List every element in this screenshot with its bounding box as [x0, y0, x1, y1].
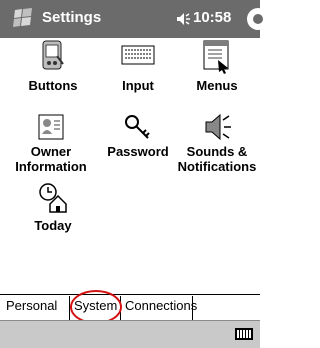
bottom-command-bar: [0, 320, 260, 348]
settings-item-label: Today: [34, 218, 72, 233]
volume-icon[interactable]: [176, 11, 192, 27]
today-house-icon: [39, 183, 67, 213]
keyboard-icon: [121, 45, 155, 65]
annotation-highlight-circle: [70, 290, 122, 324]
settings-item-label: Password: [107, 144, 169, 159]
title-bar: Settings 10:58: [0, 0, 269, 38]
settings-item-label: Sounds & Notifications: [177, 144, 257, 174]
tab-bar-border: [0, 294, 260, 295]
key-icon: [125, 115, 150, 139]
start-flag-icon[interactable]: [12, 7, 36, 29]
tab-divider: [192, 296, 193, 320]
speaker-icon: [205, 113, 231, 141]
settings-item-label: Buttons: [28, 78, 78, 93]
tab-personal[interactable]: Personal: [6, 298, 57, 318]
clock-time[interactable]: 10:58: [193, 9, 231, 26]
tab-connections[interactable]: Connections: [125, 298, 197, 318]
settings-item-buttons[interactable]: Buttons: [8, 38, 98, 100]
menus-icon: [203, 40, 229, 74]
settings-item-sounds-notifications[interactable]: Sounds & Notifications: [172, 110, 262, 185]
settings-item-today[interactable]: Today: [8, 182, 98, 234]
settings-item-label: Owner Information: [15, 144, 87, 174]
app-title: Settings: [42, 9, 102, 26]
buttons-icon: [42, 40, 64, 70]
settings-item-menus[interactable]: Menus: [172, 38, 262, 100]
settings-item-label: Input: [122, 78, 154, 93]
settings-item-password[interactable]: Password: [93, 110, 183, 170]
owner-card-icon: [38, 114, 64, 140]
settings-item-owner-information[interactable]: Owner Information: [6, 110, 96, 185]
settings-item-input[interactable]: Input: [93, 38, 183, 100]
close-button[interactable]: [247, 8, 269, 30]
keyboard-icon[interactable]: [235, 328, 253, 340]
settings-item-label: Menus: [196, 78, 238, 93]
